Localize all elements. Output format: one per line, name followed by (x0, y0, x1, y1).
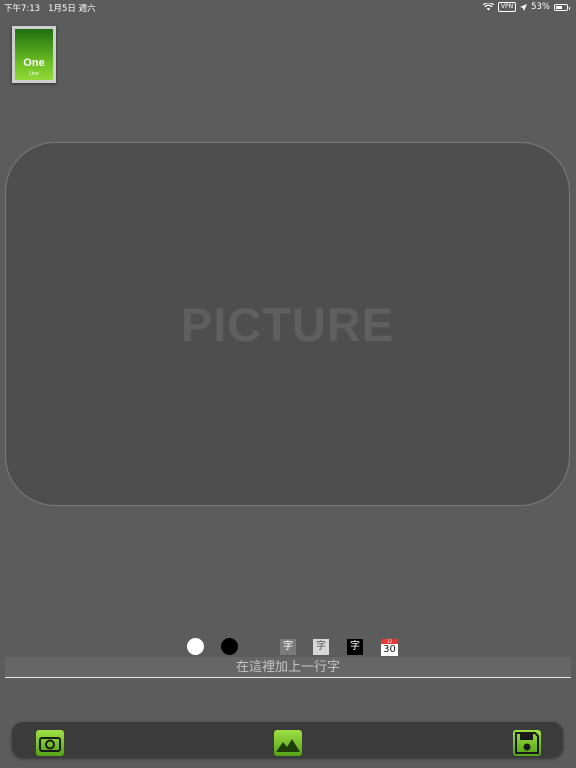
white-color-swatch[interactable] (187, 638, 204, 655)
calendar-icon[interactable]: 12 30 (381, 639, 398, 656)
status-date: 1月5日 週六 (48, 4, 96, 14)
status-time: 下午7:13 (4, 4, 41, 14)
caption-input[interactable] (5, 657, 571, 678)
camera-button[interactable] (36, 730, 64, 756)
calendar-day: 30 (383, 644, 396, 655)
text-style-black-button[interactable]: 字 (347, 639, 363, 655)
status-right: VPN 53% (482, 2, 570, 12)
battery-percent: 53% (531, 2, 550, 12)
logo-title: One (23, 57, 45, 69)
location-icon (520, 3, 528, 11)
save-button[interactable] (513, 730, 541, 756)
app-logo[interactable]: One Line (12, 26, 56, 83)
wifi-icon (482, 3, 494, 11)
black-color-swatch[interactable] (221, 638, 238, 655)
text-style-light-button[interactable]: 字 (313, 639, 329, 655)
status-bar: 下午7:13 1月5日 週六 VPN 53% (0, 0, 576, 14)
battery-icon (554, 3, 570, 11)
bottom-toolbar (12, 722, 563, 758)
camera-icon (39, 737, 61, 752)
picture-frame[interactable]: PICTURE (5, 142, 570, 506)
gallery-icon (276, 739, 300, 752)
save-icon (515, 732, 539, 754)
logo-subtitle: Line (29, 71, 39, 77)
picture-placeholder-text: PICTURE (180, 297, 395, 351)
vpn-badge: VPN (497, 2, 517, 12)
gallery-button[interactable] (274, 730, 302, 756)
status-left: 下午7:13 1月5日 週六 (4, 2, 104, 14)
app-logo-inner: One Line (15, 29, 53, 80)
text-style-gray-button[interactable]: 字 (280, 639, 296, 655)
